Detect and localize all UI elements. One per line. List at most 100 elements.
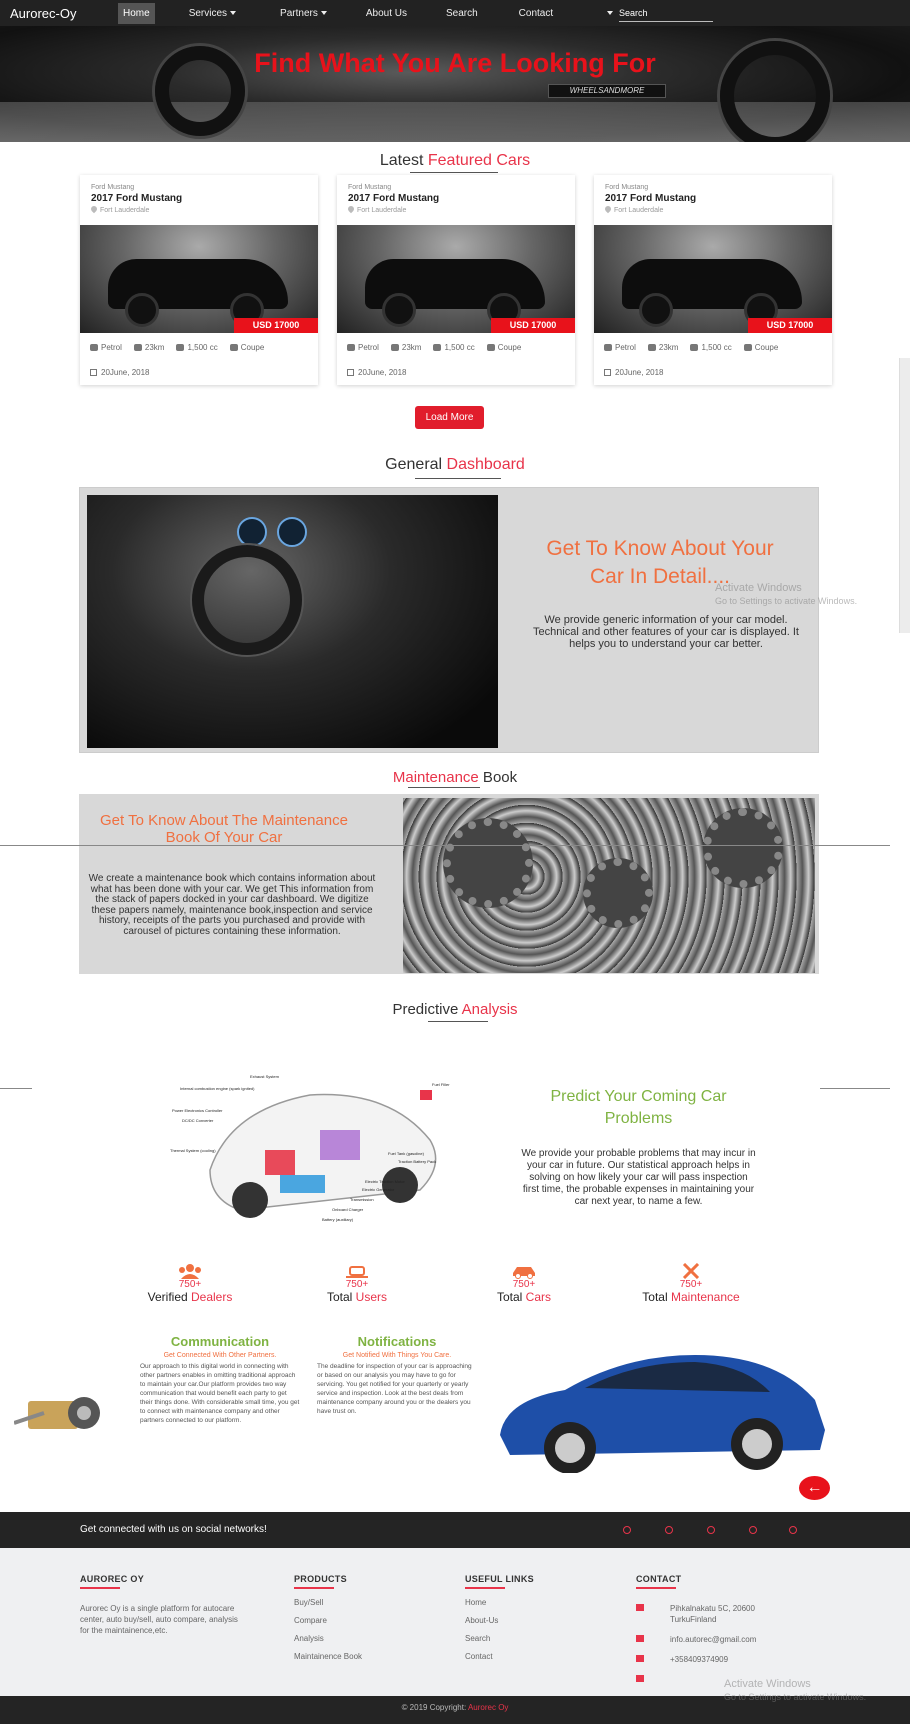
car-name[interactable]: 2017 Ford Mustang [348, 193, 439, 204]
tools-image [14, 1397, 100, 1429]
calendar-icon [347, 369, 354, 376]
car-card[interactable]: Ford Mustang 2017 Ford Mustang Fort Laud… [80, 175, 318, 385]
footer-about: AUROREC OY Aurorec Oy is a single platfo… [80, 1574, 240, 1636]
fuel-pump-icon [90, 344, 98, 351]
car-name[interactable]: 2017 Ford Mustang [91, 193, 182, 204]
fuel-label: Petrol [615, 343, 636, 352]
diagram-label-fuel-tank: Fuel Tank (gasoline) [388, 1151, 425, 1156]
car-diagram-battery [280, 1175, 325, 1193]
engine-spec: 1,500 cc [690, 343, 732, 352]
footer-link[interactable]: Maintainence Book [294, 1652, 362, 1661]
page: Aurorec-Oy Home Services Partners About … [0, 0, 910, 1724]
footer-link[interactable]: Contact [465, 1652, 534, 1661]
speedometer-icon [133, 344, 142, 351]
footer-link[interactable]: About-Us [465, 1616, 534, 1625]
dashboard-text: We provide generic information of your c… [533, 614, 799, 650]
fuel-spec: Petrol [90, 343, 122, 352]
copyright-text: © 2019 Copyright: [401, 1703, 468, 1712]
car-name[interactable]: 2017 Ford Mustang [605, 193, 696, 204]
engine-icon [433, 344, 442, 351]
footer-link[interactable]: Analysis [294, 1634, 362, 1643]
linkedin-icon[interactable] [749, 1526, 757, 1534]
footer-about-title: AUROREC OY [80, 1574, 145, 1584]
body-label: Coupe [754, 343, 779, 352]
car-image[interactable]: USD 17000 [594, 225, 832, 333]
footer-link[interactable]: Home [465, 1598, 534, 1607]
stat-label-plain: Verified [147, 1290, 191, 1304]
car-specs: Petrol 23km 1,500 cc Coupe [604, 343, 778, 352]
blue-car-rim-rear [742, 1429, 772, 1459]
footer-link[interactable]: Search [465, 1634, 534, 1643]
load-more-button[interactable]: Load More [415, 406, 484, 429]
engine-gear [583, 858, 653, 928]
car-location: Fort Lauderdale [89, 204, 149, 214]
phone-icon [636, 1654, 644, 1662]
diagram-label-generator: Electric Generator [362, 1187, 395, 1192]
mileage-spec: 23km [133, 343, 164, 352]
brand-logo[interactable]: Aurorec-Oy [10, 6, 118, 21]
footer-link[interactable]: Buy/Sell [294, 1598, 362, 1607]
facebook-icon[interactable] [623, 1526, 631, 1534]
watermark-line1: Activate Windows [715, 582, 802, 594]
search-input[interactable] [619, 4, 713, 22]
nav-search[interactable]: Search [441, 3, 483, 24]
mileage-label: 23km [658, 343, 679, 352]
feature-communication: Communication Get Connected With Other P… [140, 1334, 300, 1425]
footer-link[interactable]: Compare [294, 1616, 362, 1625]
steering-wheel [192, 545, 302, 655]
fuel-pump-icon [347, 344, 355, 351]
nav-dropdown-toggle[interactable] [599, 3, 618, 24]
nav-home-label: Home [123, 7, 150, 19]
car-image[interactable]: USD 17000 [337, 225, 575, 333]
contact-phone[interactable]: +358409374909 [636, 1654, 786, 1665]
car-card[interactable]: Ford Mustang 2017 Ford Mustang Fort Laud… [337, 175, 575, 385]
back-arrow-button[interactable]: ← [799, 1476, 830, 1500]
featured-title-highlight: Featured Cars [427, 152, 531, 169]
body-spec: Coupe [743, 343, 779, 352]
nav-home[interactable]: Home [118, 2, 155, 24]
divider-line [0, 845, 890, 846]
calendar-icon [604, 369, 611, 376]
stat-maintenance: 750+ Total Maintenance [621, 1263, 761, 1304]
footer-links-title: USEFUL LINKS [465, 1574, 534, 1584]
nav-about[interactable]: About Us [361, 3, 412, 24]
instagram-icon[interactable] [789, 1526, 797, 1534]
diagram-label-exhaust: Exhaust System [250, 1074, 280, 1079]
dashboard-title: General Dashboard [0, 456, 910, 474]
car-location-label: Fort Lauderdale [614, 207, 664, 214]
twitter-icon[interactable] [665, 1526, 673, 1534]
copyright-link[interactable]: Aurorec Oy [468, 1703, 508, 1712]
nav-partners[interactable]: Partners [275, 3, 332, 24]
divider-line [820, 1088, 890, 1089]
footer-bar [294, 1587, 334, 1589]
contact-email[interactable]: info.autorec@gmail.com [636, 1634, 786, 1645]
fuel-spec: Petrol [604, 343, 636, 352]
engine-label: 1,500 cc [187, 343, 218, 352]
predictive-underline [428, 1021, 488, 1022]
predictive-title-plain: Predictive [392, 1001, 462, 1018]
dashboard-title-highlight: Dashboard [446, 456, 525, 473]
engine-spec: 1,500 cc [176, 343, 218, 352]
diagram-label-charger: Onboard Charger [332, 1207, 364, 1212]
contact-email-text: info.autorec@gmail.com [670, 1634, 757, 1644]
car-card[interactable]: Ford Mustang 2017 Ford Mustang Fort Laud… [594, 175, 832, 385]
engine-gear [443, 818, 533, 908]
stat-number: 750+ [345, 1279, 369, 1290]
engine-label: 1,500 cc [701, 343, 732, 352]
car-date-label: 20June, 2018 [358, 368, 407, 377]
scrollbar[interactable] [899, 358, 910, 633]
contact-phone-text: +358409374909 [670, 1654, 729, 1664]
footer-links: USEFUL LINKS Home About-Us Search Contac… [465, 1574, 534, 1661]
car-location: Fort Lauderdale [346, 204, 406, 214]
google-plus-icon[interactable] [707, 1526, 715, 1534]
diagram-label-fuel-filler: Fuel Filler [432, 1082, 450, 1087]
nav-contact[interactable]: Contact [514, 3, 558, 24]
car-icon [513, 1267, 535, 1279]
engine-icon [690, 344, 699, 351]
nav-services[interactable]: Services [184, 3, 241, 24]
footer-products: PRODUCTS Buy/Sell Compare Analysis Maint… [294, 1574, 362, 1661]
calendar-icon [90, 369, 97, 376]
maintenance-title: Maintenance Book [0, 769, 910, 786]
car-image[interactable]: USD 17000 [80, 225, 318, 333]
stat-label: Total Cars [454, 1290, 594, 1304]
